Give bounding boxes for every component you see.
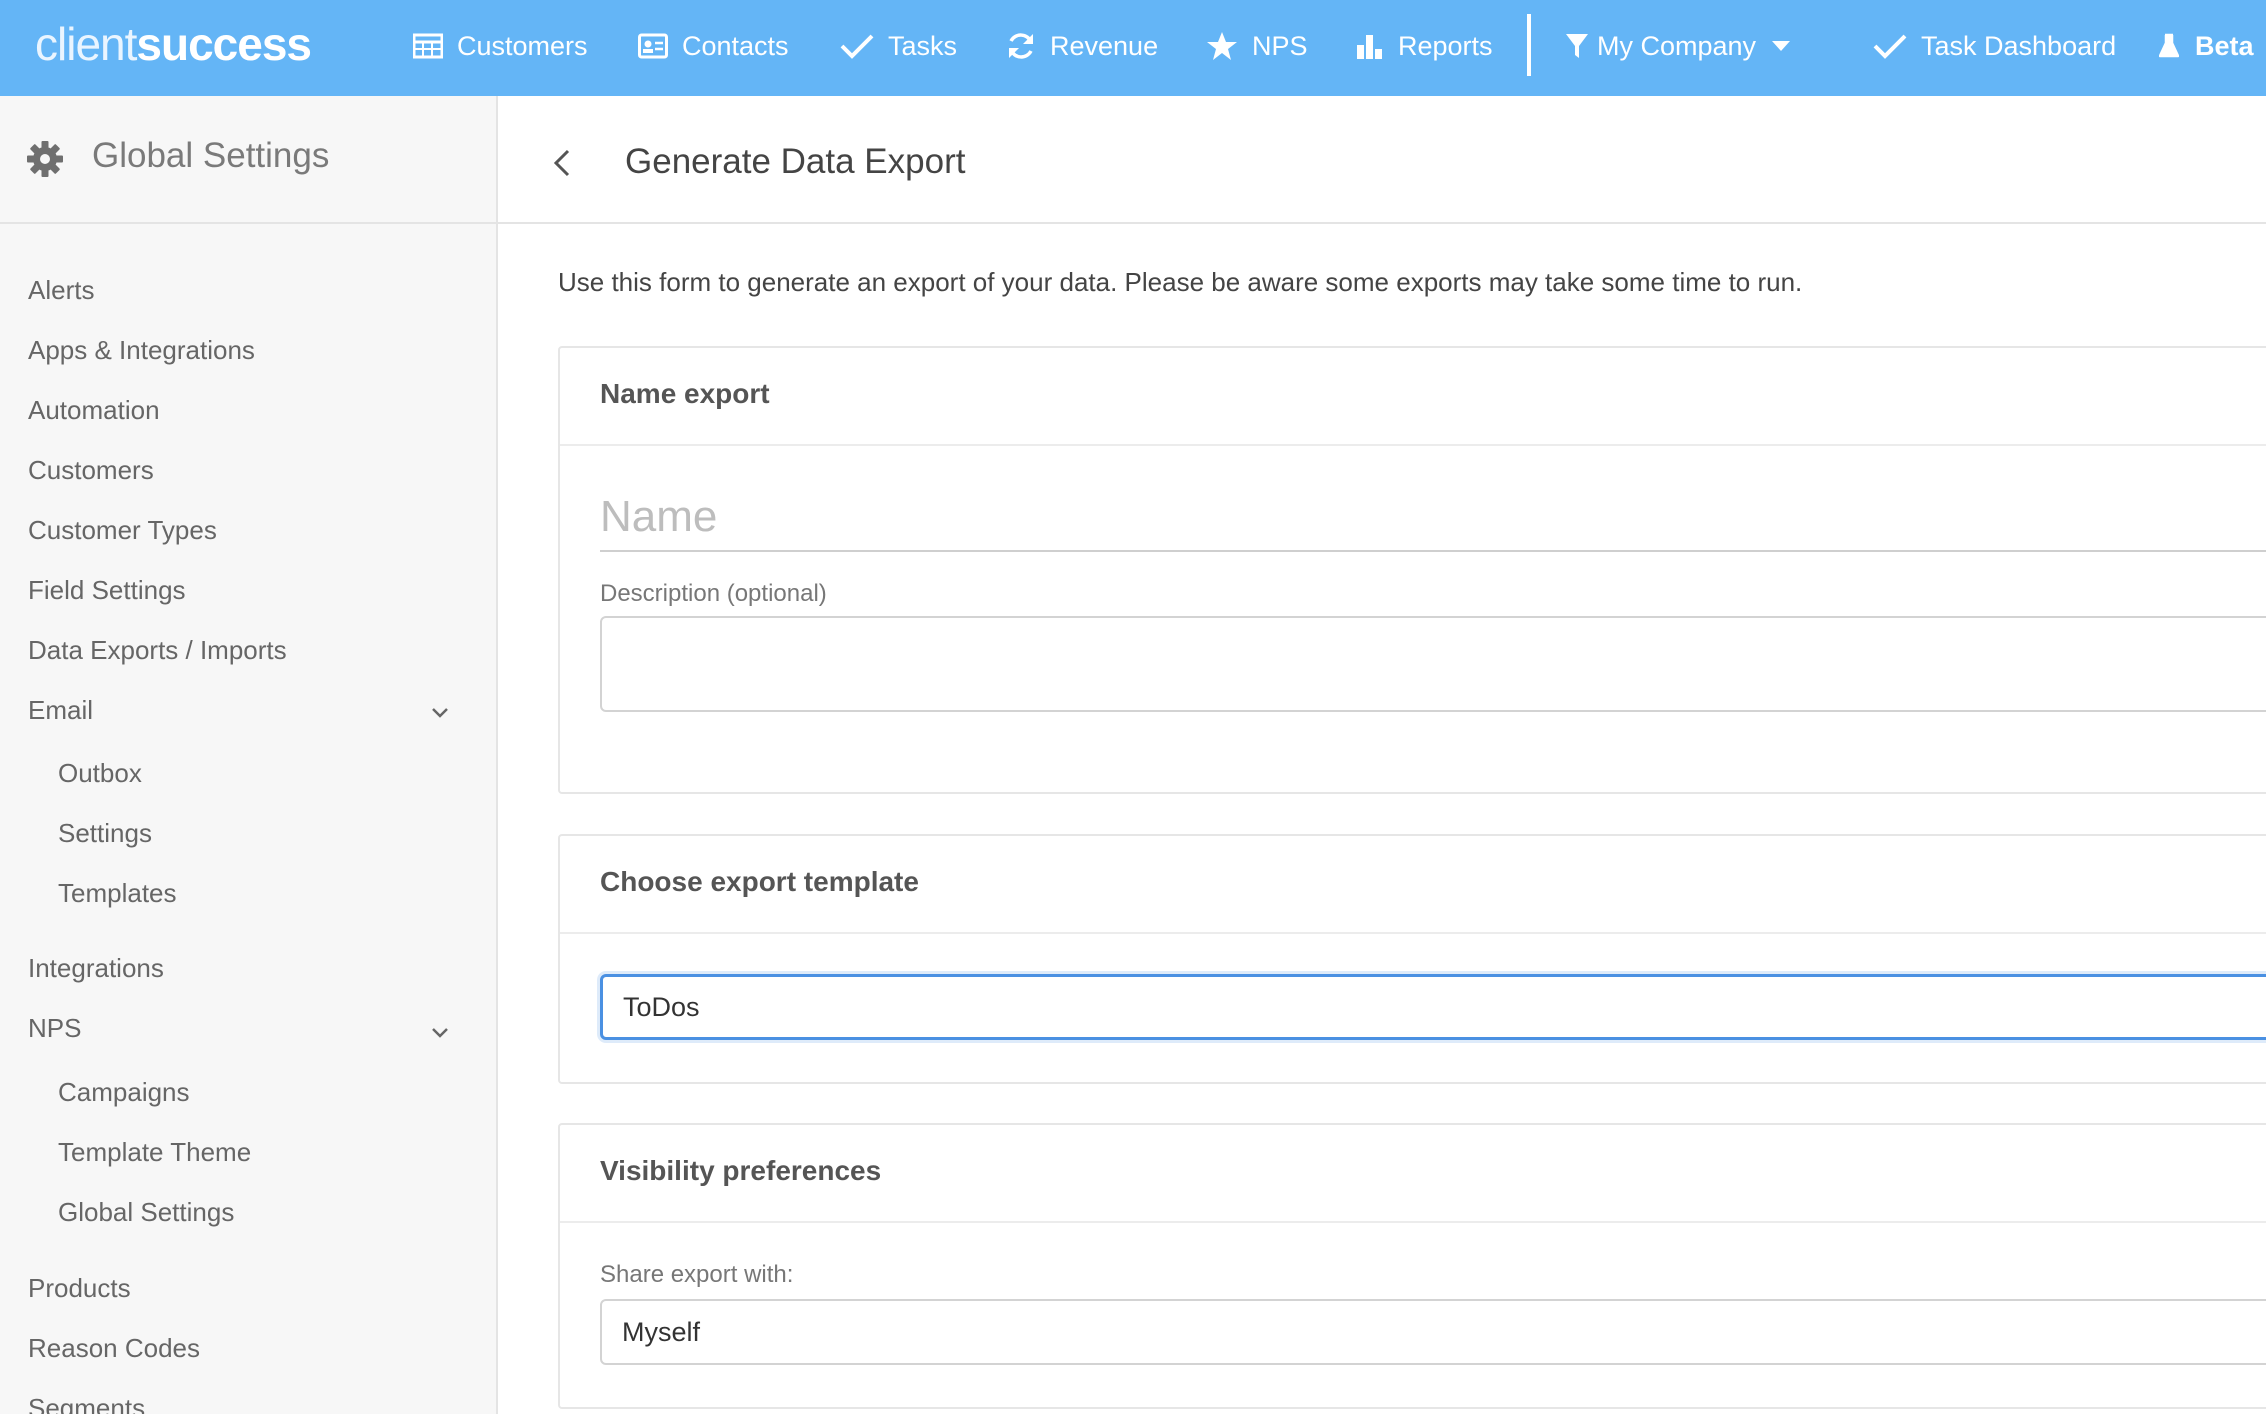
table-icon [413,33,443,59]
page-header: Generate Data Export [498,96,2266,224]
nav-nps-label: NPS [1252,30,1308,61]
contact-card-icon [638,33,668,59]
checkmark-icon [840,34,874,59]
back-arrow-icon[interactable] [552,148,572,178]
visibility-heading: Visibility preferences [600,1155,882,1186]
export-template-card-body: ToDos [560,934,2266,1082]
checkmark-icon [1873,34,1907,59]
chevron-down-icon[interactable] [431,707,449,719]
sidebar-item-email[interactable]: Email [28,695,93,726]
sidebar-item-integrations[interactable]: Integrations [28,953,164,984]
nav-tasks-label: Tasks [888,30,958,61]
sidebar-header: Global Settings [0,96,496,224]
top-nav-bar: clientsuccess Customers Contacts Tasks R… [0,0,2266,96]
sidebar-item-products[interactable]: Products [28,1273,131,1304]
company-filter-label: My Company [1597,30,1757,61]
bar-chart-icon [1357,35,1382,59]
nav-revenue-label: Revenue [1050,30,1159,61]
sidebar-item-segments[interactable]: Segments [28,1393,145,1414]
nav-task-dashboard[interactable]: Task Dashboard [1873,0,2116,92]
nav-customers-label: Customers [457,30,588,61]
beta-label: Beta [2195,30,2254,61]
nav-contacts[interactable]: Contacts [638,0,789,92]
sidebar-item-campaigns[interactable]: Campaigns [58,1077,190,1108]
sidebar-item-template-theme[interactable]: Template Theme [58,1137,251,1168]
logo-text-bold: success [136,18,312,70]
export-name-input[interactable] [600,484,2266,552]
sidebar-item-customers[interactable]: Customers [28,455,154,486]
nav-nps[interactable]: NPS [1206,0,1308,92]
sidebar-item-nps[interactable]: NPS [28,1013,81,1044]
sidebar-item-automation[interactable]: Automation [28,395,160,426]
export-template-card: Choose export template ToDos [558,834,2266,1084]
export-template-selected-value: ToDos [623,992,700,1022]
sidebar-title: Global Settings [92,136,330,175]
nav-reports[interactable]: Reports [1356,0,1493,92]
visibility-card-body: Share export with: Myself [560,1223,2266,1407]
star-icon [1207,32,1237,60]
intro-text: Use this form to generate an export of y… [558,267,1803,297]
visibility-card-header: Visibility preferences [560,1125,2266,1223]
chevron-down-icon[interactable] [431,1027,449,1039]
name-export-heading: Name export [600,378,770,409]
sidebar-item-nps-global-settings[interactable]: Global Settings [58,1197,234,1228]
sidebar-item-templates[interactable]: Templates [58,878,177,909]
settings-sidebar: Global Settings Alerts Apps & Integratio… [0,96,498,1414]
logo-text-light: client [35,18,137,70]
description-label: Description (optional) [600,580,827,607]
sidebar-item-customer-types[interactable]: Customer Types [28,515,217,546]
sidebar-item-reason-codes[interactable]: Reason Codes [28,1333,200,1364]
description-textarea[interactable] [600,616,2266,712]
sidebar-item-alerts[interactable]: Alerts [28,275,94,306]
nav-contacts-label: Contacts [682,30,789,61]
filter-icon [1566,34,1588,58]
sidebar-item-apps-integrations[interactable]: Apps & Integrations [28,335,255,366]
visibility-preferences-card: Visibility preferences Share export with… [558,1123,2266,1409]
share-export-select[interactable]: Myself [600,1299,2266,1365]
clientsuccess-logo[interactable]: clientsuccess [35,14,312,74]
sidebar-item-data-exports-imports[interactable]: Data Exports / Imports [28,635,287,666]
flask-icon [2159,33,2179,58]
nav-beta[interactable]: Beta [2159,0,2254,92]
nav-revenue[interactable]: Revenue [1006,0,1158,92]
share-export-label: Share export with: [600,1261,794,1288]
task-dashboard-label: Task Dashboard [1921,30,2117,61]
gear-icon [27,141,63,177]
export-template-select[interactable]: ToDos [600,974,2266,1040]
nav-tasks[interactable]: Tasks [840,0,957,92]
name-export-card-header: Name export [560,348,2266,446]
nav-customers[interactable]: Customers [413,0,588,92]
name-export-card-body: Description (optional) [560,446,2266,792]
sidebar-item-outbox[interactable]: Outbox [58,758,142,789]
export-template-heading: Choose export template [600,866,919,897]
nav-reports-label: Reports [1398,30,1493,61]
caret-down-icon [1772,41,1791,51]
sidebar-item-field-settings[interactable]: Field Settings [28,575,186,606]
name-export-card: Name export Description (optional) [558,346,2266,794]
company-filter-dropdown[interactable]: My Company [1565,0,1791,92]
nav-divider [1527,14,1531,76]
export-template-card-header: Choose export template [560,836,2266,934]
page-title: Generate Data Export [625,142,966,181]
sidebar-item-email-settings[interactable]: Settings [58,818,152,849]
refresh-icon [1009,33,1033,59]
share-export-selected-value: Myself [622,1317,701,1347]
